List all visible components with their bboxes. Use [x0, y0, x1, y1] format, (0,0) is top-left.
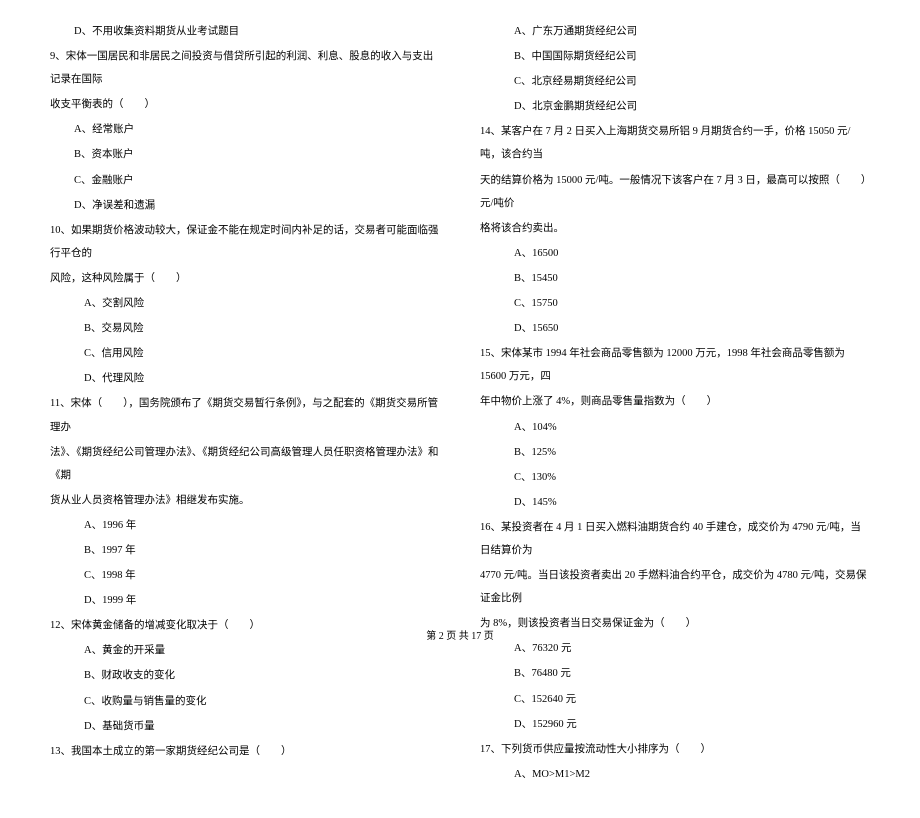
text-line: 年中物价上涨了 4%，则商品零售量指数为（ ）: [480, 390, 870, 413]
text-line: C、北京经易期货经纪公司: [480, 70, 870, 93]
text-line: D、不用收集资料期货从业考试题目: [50, 20, 440, 43]
text-line: C、信用风险: [50, 342, 440, 365]
text-line: C、15750: [480, 292, 870, 315]
text-line: D、代理风险: [50, 367, 440, 390]
text-line: 16、某投资者在 4 月 1 日买入燃料油期货合约 40 手建仓，成交价为 47…: [480, 516, 870, 562]
page-content: D、不用收集资料期货从业考试题目9、宋体一国居民和非居民之间投资与借贷所引起的利…: [0, 0, 920, 818]
text-line: 14、某客户在 7 月 2 日买入上海期货交易所铝 9 月期货合约一手，价格 1…: [480, 120, 870, 166]
text-line: B、15450: [480, 267, 870, 290]
left-column: D、不用收集资料期货从业考试题目9、宋体一国居民和非居民之间投资与借贷所引起的利…: [50, 20, 440, 788]
text-line: C、金融账户: [50, 169, 440, 192]
text-line: 收支平衡表的（ ）: [50, 93, 440, 116]
text-line: 13、我国本土成立的第一家期货经纪公司是（ ）: [50, 740, 440, 763]
text-line: A、16500: [480, 242, 870, 265]
text-line: 10、如果期货价格波动较大，保证金不能在规定时间内补足的话，交易者可能面临强行平…: [50, 219, 440, 265]
page-footer: 第 2 页 共 17 页: [0, 627, 920, 642]
right-column: A、广东万通期货经纪公司B、中国国际期货经纪公司C、北京经易期货经纪公司D、北京…: [480, 20, 870, 788]
text-line: D、净误差和遗漏: [50, 194, 440, 217]
text-line: B、资本账户: [50, 143, 440, 166]
text-line: C、1998 年: [50, 564, 440, 587]
text-line: 11、宋体（ ），国务院颁布了《期货交易暂行条例》，与之配套的《期货交易所管理办: [50, 392, 440, 438]
text-line: C、130%: [480, 466, 870, 489]
text-line: C、152640 元: [480, 688, 870, 711]
text-line: A、交割风险: [50, 292, 440, 315]
text-line: D、15650: [480, 317, 870, 340]
text-line: D、1999 年: [50, 589, 440, 612]
text-line: C、收购量与销售量的变化: [50, 690, 440, 713]
text-line: A、104%: [480, 416, 870, 439]
text-line: 4770 元/吨。当日该投资者卖出 20 手燃料油合约平仓，成交价为 4780 …: [480, 564, 870, 610]
text-line: 15、宋体某市 1994 年社会商品零售额为 12000 万元，1998 年社会…: [480, 342, 870, 388]
text-line: 17、下列货币供应量按流动性大小排序为（ ）: [480, 738, 870, 761]
text-line: B、交易风险: [50, 317, 440, 340]
text-line: 9、宋体一国居民和非居民之间投资与借贷所引起的利润、利息、股息的收入与支出记录在…: [50, 45, 440, 91]
text-line: D、北京金鹏期货经纪公司: [480, 95, 870, 118]
text-line: D、145%: [480, 491, 870, 514]
text-line: D、152960 元: [480, 713, 870, 736]
text-line: A、经常账户: [50, 118, 440, 141]
text-line: 货从业人员资格管理办法》相继发布实施。: [50, 489, 440, 512]
text-line: 风险，这种风险属于（ ）: [50, 267, 440, 290]
text-line: B、中国国际期货经纪公司: [480, 45, 870, 68]
text-line: A、MO>M1>M2: [480, 763, 870, 786]
text-line: B、125%: [480, 441, 870, 464]
text-line: A、1996 年: [50, 514, 440, 537]
text-line: 法》、《期货经纪公司管理办法》、《期货经纪公司高级管理人员任职资格管理办法》和《…: [50, 441, 440, 487]
text-line: A、广东万通期货经纪公司: [480, 20, 870, 43]
text-line: D、基础货币量: [50, 715, 440, 738]
text-line: 天的结算价格为 15000 元/吨。一般情况下该客户在 7 月 3 日，最高可以…: [480, 169, 870, 215]
text-line: 格将该合约卖出。: [480, 217, 870, 240]
text-line: B、76480 元: [480, 662, 870, 685]
text-line: B、1997 年: [50, 539, 440, 562]
text-line: B、财政收支的变化: [50, 664, 440, 687]
text-line: A、黄金的开采量: [50, 639, 440, 662]
